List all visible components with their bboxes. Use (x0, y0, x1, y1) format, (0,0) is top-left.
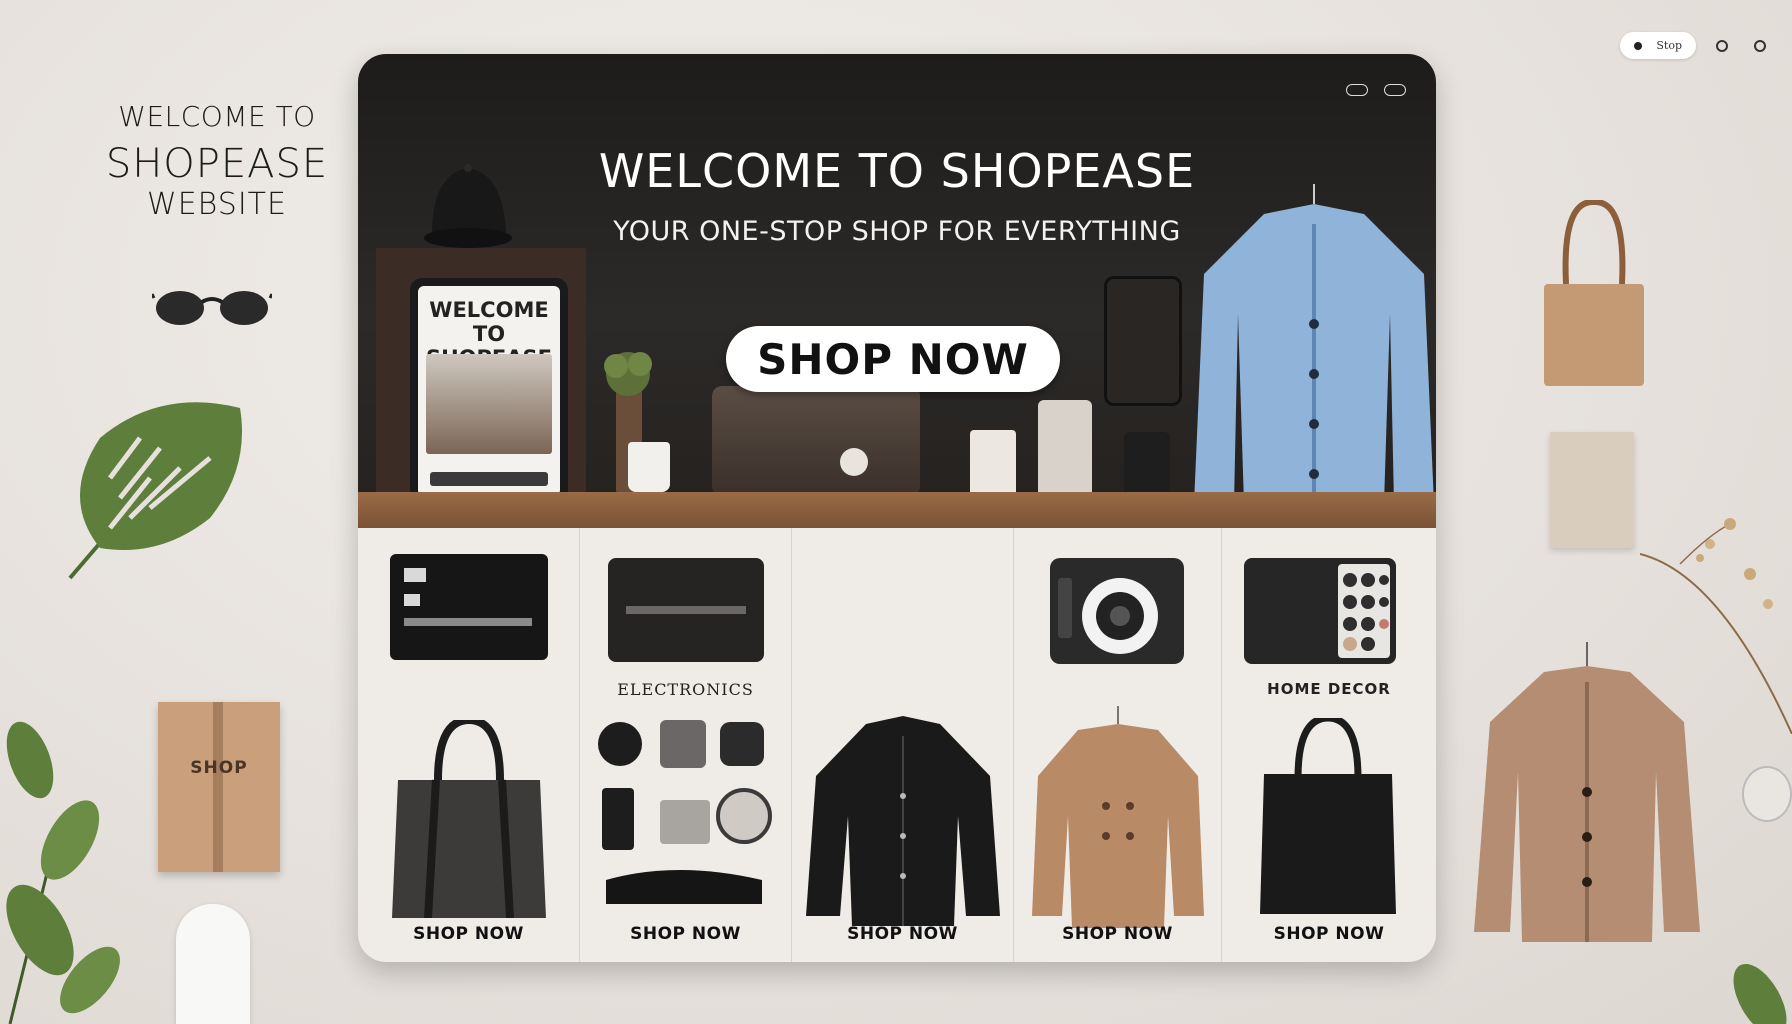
corner-nav-link-2[interactable] (1754, 39, 1772, 52)
small-plant-image (604, 352, 652, 396)
tan-coat-image (1032, 706, 1204, 928)
category-tile-electronics[interactable]: ELECTRONICS SHOP NOW (580, 528, 792, 962)
shop-now-link[interactable]: SHOP NOW (1014, 924, 1221, 944)
tablet-photo (426, 354, 552, 454)
palette-case-image (1244, 558, 1396, 664)
speaker-image (712, 386, 920, 496)
tablet-button (430, 472, 548, 486)
tan-cardigan-image (1474, 642, 1700, 942)
sunglasses-image (152, 291, 272, 325)
credit-card-image (390, 554, 548, 660)
stop-pill-label: Stop (1656, 39, 1682, 52)
coffee-cup-image (970, 430, 1016, 500)
hero-header-button-1[interactable] (1346, 84, 1368, 96)
shop-now-link[interactable]: SHOP NOW (792, 924, 1013, 944)
category-tile-clothing[interactable]: SHOP NOW (358, 528, 580, 962)
hero-title: WELCOME TO SHOPEASE (598, 144, 1196, 198)
round-ornament-image (1742, 766, 1792, 822)
website-mockup-panel: WELCOME TO SHOPEASE WELCOME (358, 54, 1436, 962)
category-label: HOME DECOR (1267, 680, 1391, 698)
category-grid: SHOP NOW ELECTRONICS SHOP NOW SHOP NOW S… (358, 528, 1436, 962)
circle-icon (1754, 39, 1766, 52)
category-tile-home-decor[interactable]: HOME DECOR SHOP NOW (1222, 528, 1436, 962)
gift-card-image (1550, 432, 1634, 548)
tablet-screen: WELCOME TO SHOPEASE (418, 286, 560, 496)
plant-left-image (6, 721, 120, 1024)
wooden-shelf (358, 492, 1436, 528)
shop-now-link[interactable]: SHOP NOW (1222, 924, 1436, 944)
plant-right-image (1733, 963, 1787, 1024)
monstera-leaf-image (68, 402, 242, 580)
corner-nav-link-1[interactable] (1716, 39, 1734, 52)
sneaker-image (176, 904, 250, 1024)
black-tote-bag-image (1260, 718, 1396, 914)
top-nav (780, 28, 1100, 44)
speaker-knob (840, 448, 868, 476)
shop-now-link[interactable]: SHOP NOW (358, 924, 579, 944)
hero-header-buttons (1346, 84, 1406, 96)
tablet-image: WELCOME TO SHOPEASE (410, 278, 568, 504)
jar-image (1124, 432, 1170, 498)
smartphone-image (1104, 276, 1182, 406)
shipping-box-image: SHOP (158, 702, 280, 872)
tote-bag-image (392, 720, 546, 918)
stop-pill-button[interactable]: Stop (1620, 32, 1696, 59)
electronics-gadgets-image (598, 720, 772, 904)
black-jacket-image (806, 716, 1000, 926)
circle-icon (1716, 39, 1728, 52)
hero-subtitle: YOUR ONE-STOP SHOP FOR EVERYTHING (613, 216, 1181, 247)
side-title-line-2: SHOPEASE (105, 141, 329, 187)
hero-banner: WELCOME TO SHOPEASE WELCOME (358, 54, 1436, 528)
white-mug-image (628, 442, 670, 492)
category-tile-info[interactable]: SHOP NOW (792, 528, 1014, 962)
shop-now-button[interactable]: SHOP NOW (726, 326, 1060, 392)
side-title-line-3: WEBSITE (147, 187, 287, 222)
shop-now-link[interactable]: SHOP NOW (580, 924, 791, 944)
wallet-image (608, 558, 764, 662)
hero-header-button-2[interactable] (1384, 84, 1406, 96)
dot-icon (1634, 41, 1643, 50)
shipping-box-label: SHOP (190, 758, 248, 778)
category-label: ELECTRONICS (617, 680, 754, 699)
leather-bag-image (1544, 200, 1644, 386)
side-title: WELCOME TO SHOPEASE WEBSITE (92, 100, 342, 222)
category-tile-home-decor-1[interactable]: SHOP NOW (1014, 528, 1222, 962)
side-title-line-1: WELCOME TO (118, 100, 316, 133)
tumbler-image (1038, 400, 1092, 498)
camera-image (1050, 558, 1184, 664)
corner-nav: Stop (1620, 32, 1772, 59)
